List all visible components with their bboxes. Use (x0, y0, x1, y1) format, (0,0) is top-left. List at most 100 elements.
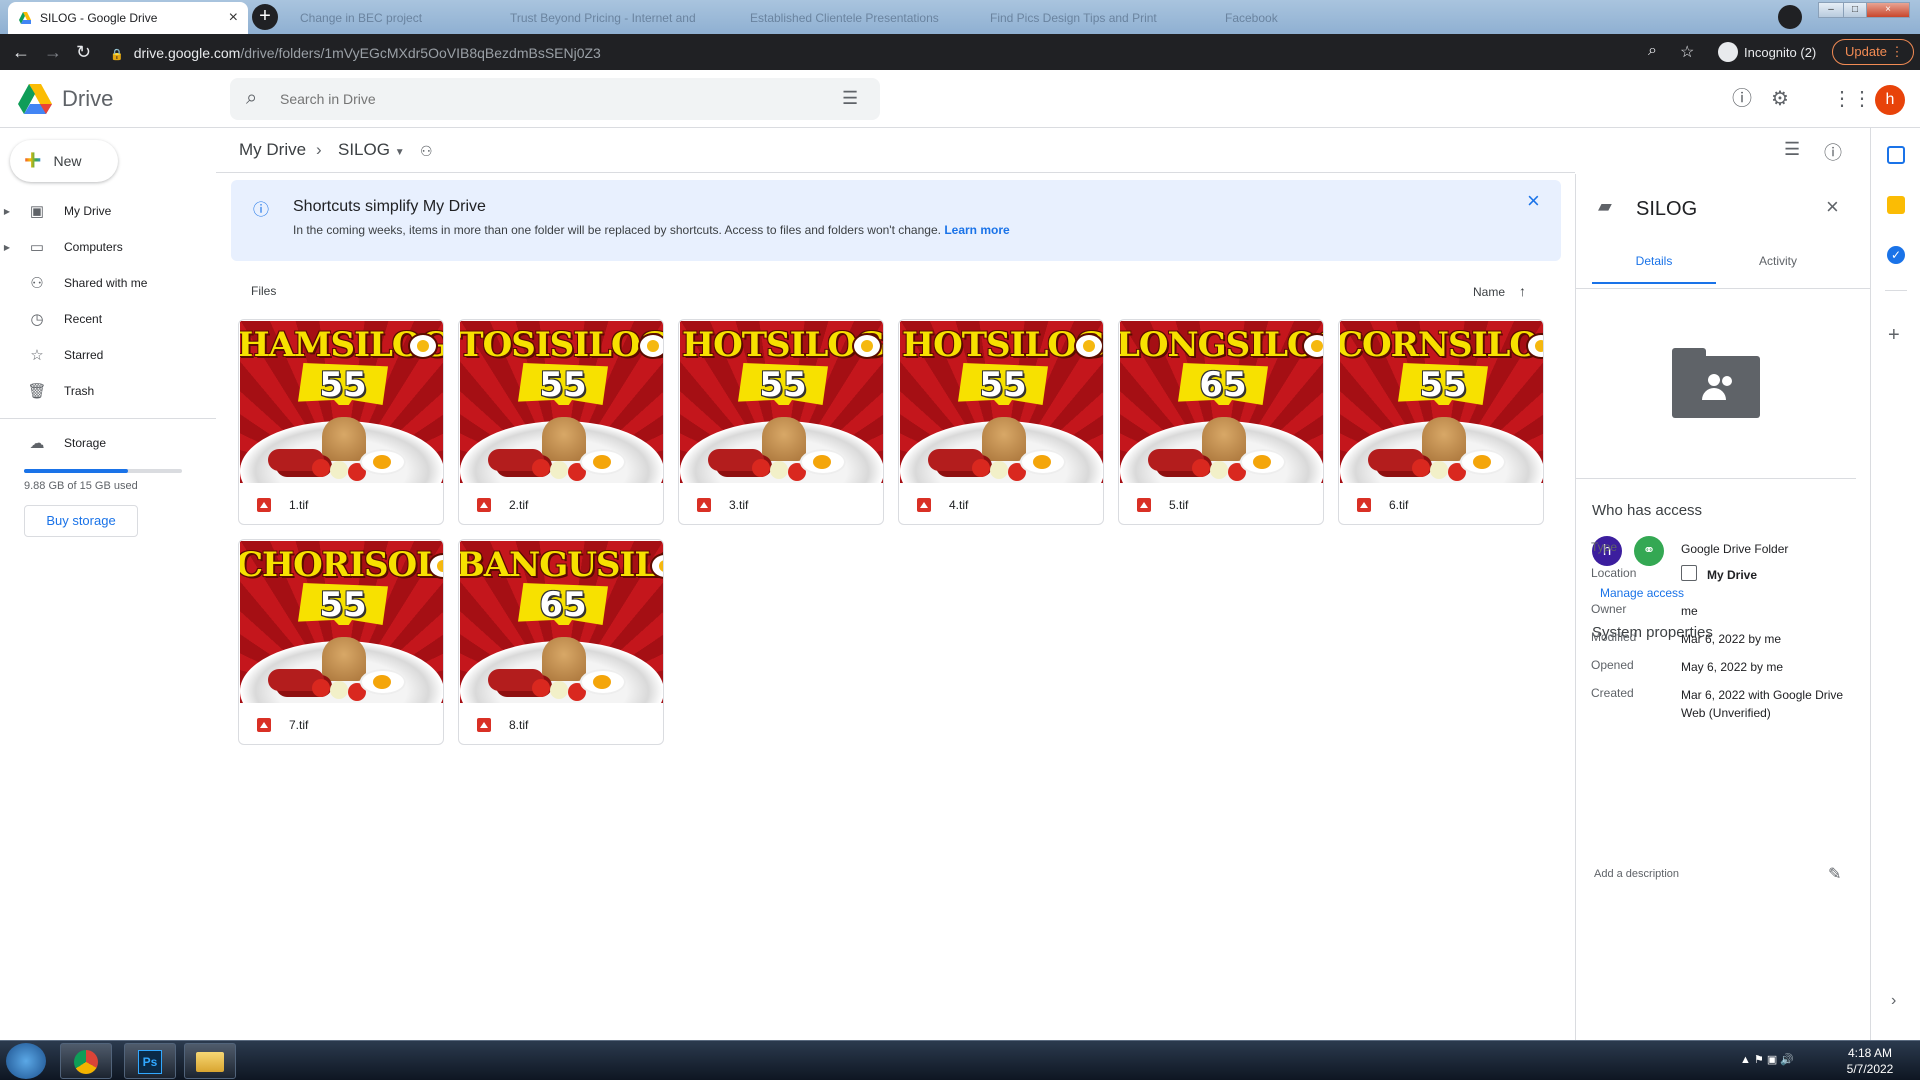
view-details-icon[interactable]: ⓘ (1824, 139, 1842, 165)
expand-caret-icon[interactable]: ▶ (0, 207, 14, 216)
file-card[interactable]: TOSISILOG 55 2.tif (458, 319, 664, 525)
file-name: 4.tif (949, 498, 969, 512)
photoshop-taskbar-button[interactable]: Ps (124, 1043, 176, 1079)
list-view-icon[interactable]: ☰ (1784, 139, 1800, 160)
active-tab[interactable]: SILOG - Google Drive × (8, 2, 248, 34)
file-card[interactable]: HOTSILOG 55 3.tif (678, 319, 884, 525)
search-input[interactable] (280, 88, 800, 110)
background-tab[interactable]: Trust Beyond Pricing - Internet and (500, 2, 700, 34)
background-tab-title: Established Clientele Presentations (750, 11, 939, 25)
sidebar-item-trash[interactable]: 🗑 Trash (0, 375, 216, 407)
property-label: Location (1591, 566, 1637, 580)
edit-pencil-icon[interactable]: ✎ (1828, 864, 1841, 884)
minimize-button[interactable]: – (1818, 2, 1844, 18)
keep-icon[interactable] (1887, 196, 1905, 214)
search-options-icon[interactable]: ☰ (842, 88, 858, 109)
calendar-icon[interactable] (1887, 146, 1905, 164)
breadcrumb-my-drive[interactable]: My Drive (239, 140, 306, 160)
help-icon[interactable]: ⓘ (1730, 87, 1754, 111)
windows-taskbar: Ps ▲ ⚑ ▣ 🔊 4:18 AM 5/7/2022 (0, 1040, 1920, 1080)
fried-egg-image (1460, 449, 1506, 475)
search-icon[interactable]: ⌕ (246, 87, 257, 110)
file-name: 2.tif (509, 498, 529, 512)
buy-storage-button[interactable]: Buy storage (24, 505, 138, 537)
side-apps-rail: ✓ + › (1870, 128, 1920, 1040)
url-field[interactable]: 🔒 drive.google.com/drive/folders/1mVyEGcM… (110, 42, 1710, 64)
tomato-image (312, 679, 330, 697)
update-button[interactable]: Update ⋮ (1832, 39, 1914, 65)
file-card[interactable]: LONGSILOG65 5.tif (1118, 319, 1324, 525)
trash-icon: 🗑 (27, 383, 47, 400)
thumbnail-price: 55 (298, 363, 388, 405)
drive-header: Drive ⌕ ☰ ⓘ ⚙ ⋮⋮ h (0, 70, 1920, 128)
background-tab[interactable]: Established Clientele Presentations (740, 2, 960, 34)
sidebar-item-computers[interactable]: ▶ ▭ Computers (0, 231, 216, 263)
sort-arrow-up-icon[interactable]: ↑ (1519, 283, 1526, 299)
file-card[interactable]: BANGUSILOG65 8.tif (458, 539, 664, 745)
breadcrumb-current-folder[interactable]: SILOG ▼ (338, 140, 405, 160)
close-window-button[interactable]: × (1866, 2, 1910, 18)
lock-icon: 🔒 (110, 49, 124, 61)
fried-egg-image (800, 449, 846, 475)
sidebar-item-storage[interactable]: ☁ Storage (0, 427, 216, 459)
background-tab[interactable]: Facebook (1215, 2, 1415, 34)
learn-more-link[interactable]: Learn more (944, 223, 1009, 237)
background-tab[interactable]: Change in BEC project (290, 2, 460, 34)
image-file-icon (917, 498, 931, 512)
sort-by-name[interactable]: Name ↑ (1473, 283, 1526, 299)
sidebar-item-label: Recent (64, 312, 103, 326)
tomato-image (312, 459, 330, 477)
sidebar-item-shared[interactable]: ⚇ Shared with me (0, 267, 216, 299)
close-tab-icon[interactable]: × (229, 9, 238, 27)
thumbnail-title: HOTSILOG (901, 325, 1104, 365)
maximize-button[interactable]: □ (1843, 2, 1867, 18)
sidebar-item-my-drive[interactable]: ▶ ▣ My Drive (0, 195, 216, 227)
bookmark-star-icon[interactable]: ☆ (1680, 42, 1694, 62)
file-card[interactable]: CORNSILOG55 6.tif (1338, 319, 1544, 525)
new-tab-button[interactable]: + (252, 4, 278, 30)
zoom-icon[interactable]: ⌕ (1648, 42, 1657, 60)
file-card[interactable]: HAMSILOG 55 1.tif (238, 319, 444, 525)
search-bar[interactable]: ⌕ ☰ (230, 78, 880, 120)
property-value: Mar 6, 2022 by me (1681, 632, 1782, 646)
sidebar-item-recent[interactable]: ◷ Recent (0, 303, 216, 335)
add-description-field[interactable]: Add a description (1594, 868, 1679, 880)
sidebar-item-starred[interactable]: ☆ Starred (0, 339, 216, 371)
thumbnail-title: LONGSILOG (1120, 325, 1323, 365)
clock-time: 4:18 AM (1847, 1046, 1893, 1060)
add-addon-icon[interactable]: + (1888, 324, 1900, 347)
banner-close-icon[interactable]: × (1527, 188, 1540, 214)
apps-grid-icon[interactable]: ⋮⋮ (1832, 87, 1872, 111)
file-card[interactable]: CHORISOLOG55 7.tif (238, 539, 444, 745)
fried-egg-image (580, 669, 626, 695)
drive-logo-icon[interactable] (18, 84, 52, 114)
settings-gear-icon[interactable]: ⚙ (1768, 87, 1792, 111)
background-tab[interactable]: Find Pics Design Tips and Print (980, 2, 1200, 34)
incognito-label: Incognito (2) (1744, 44, 1817, 60)
expand-caret-icon[interactable]: ▶ (0, 243, 14, 252)
tomato-image (1412, 459, 1430, 477)
tab-search-icon[interactable] (1778, 5, 1802, 29)
back-icon[interactable]: ← (12, 42, 30, 63)
incognito-indicator[interactable]: Incognito (2) (1718, 40, 1816, 64)
new-button[interactable]: + New (10, 140, 118, 182)
reload-icon[interactable]: ↻ (76, 42, 91, 63)
background-tab-title: Change in BEC project (300, 11, 423, 25)
file-thumbnail: HAMSILOG 55 (240, 321, 443, 483)
shared-folder-people-icon[interactable]: ⚇ (420, 143, 433, 160)
explorer-taskbar-button[interactable] (184, 1043, 236, 1079)
file-card[interactable]: HOTSILOG 55 4.tif (898, 319, 1104, 525)
banner-title: Shortcuts simplify My Drive (293, 198, 486, 215)
rice-image (322, 637, 366, 681)
start-button[interactable] (6, 1043, 46, 1079)
expand-panel-chevron-icon[interactable]: › (1891, 992, 1896, 1010)
image-file-icon (1137, 498, 1151, 512)
chrome-taskbar-button[interactable] (60, 1043, 112, 1079)
property-value[interactable]: My Drive (1707, 566, 1877, 584)
app-title: Drive (62, 86, 114, 111)
system-clock[interactable]: 4:18 AM 5/7/2022 (1838, 1045, 1902, 1077)
account-avatar[interactable]: h (1875, 85, 1905, 115)
tray-icons[interactable]: ▲ ⚑ ▣ 🔊 (1740, 1053, 1794, 1066)
tasks-icon[interactable]: ✓ (1887, 246, 1905, 264)
forward-icon[interactable]: → (44, 42, 62, 63)
